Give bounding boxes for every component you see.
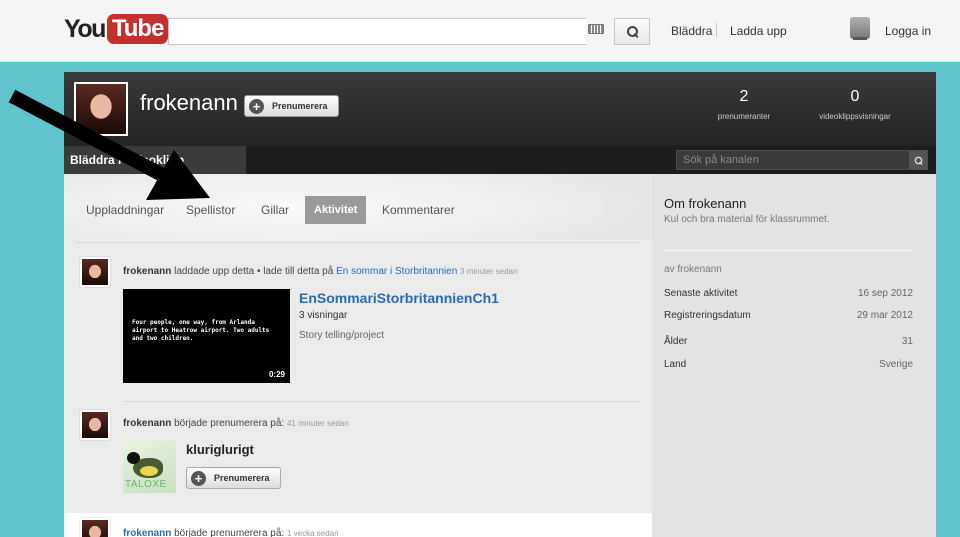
channel-sidebar: Om frokenann Kul och bra material för kl… xyxy=(652,174,936,537)
subscribe-button[interactable]: + Prenumerera xyxy=(244,95,339,117)
video-duration: 0:29 xyxy=(268,370,285,379)
activity-time: 41 minuter sedan xyxy=(286,419,349,428)
video-description: Story telling/project xyxy=(299,330,385,341)
info-value: 31 xyxy=(901,336,913,347)
video-thumb-text: Four people, one way, from Arlanda airpo… xyxy=(132,319,270,342)
tab-comments[interactable]: Kommentarer xyxy=(382,203,455,217)
channel-nav-bar: Bläddra i videoklipp Sök på kanalen xyxy=(64,146,936,174)
search-button[interactable] xyxy=(614,18,650,45)
stat-value: 2 xyxy=(739,88,749,105)
activity-user[interactable]: frokenann xyxy=(123,266,171,277)
feed-divider xyxy=(123,401,640,402)
tab-uploads[interactable]: Uppladdningar xyxy=(86,203,164,217)
activity-user[interactable]: frokenann xyxy=(123,528,171,537)
info-row-age: Ålder 31 xyxy=(664,336,913,347)
video-views: 3 visningar xyxy=(299,310,348,321)
info-label: Senaste aktivitet xyxy=(664,288,738,299)
stat-video-views: 0 videoklippsvisningar xyxy=(810,88,900,124)
bird-head xyxy=(127,452,140,464)
stat-subscribers: 2 prenumeranter xyxy=(712,88,776,124)
subscribe-button[interactable]: + Prenumerera xyxy=(186,467,281,489)
channel-thumbnail[interactable]: TALOXE xyxy=(123,440,176,493)
search-icon xyxy=(914,156,922,164)
tab-activity[interactable]: Aktivitet xyxy=(305,196,367,224)
subscribe-label: Prenumerera xyxy=(214,473,270,483)
activity-text: laddade upp detta • lade till detta på xyxy=(171,266,337,277)
activity-avatar[interactable] xyxy=(80,410,110,440)
channel-avatar[interactable] xyxy=(74,82,128,136)
stat-value: 0 xyxy=(850,88,860,105)
plus-icon: + xyxy=(249,98,264,114)
activity-avatar[interactable] xyxy=(80,257,110,287)
channel-name[interactable]: frokenann xyxy=(140,90,238,116)
activity-text: började prenumerera på: xyxy=(171,528,285,537)
activity-avatar[interactable] xyxy=(80,518,110,537)
activity-line: frokenann laddade upp detta • lade till … xyxy=(123,266,517,277)
keyboard-icon[interactable] xyxy=(588,24,604,34)
info-value: 29 mar 2012 xyxy=(856,310,913,321)
video-title[interactable]: EnSommariStorbritannienCh1 xyxy=(299,290,499,306)
channel-search-button[interactable] xyxy=(909,151,927,169)
info-row-registered: Registreringsdatum 29 mar 2012 xyxy=(664,310,913,321)
sidebar-divider xyxy=(664,250,913,251)
signin-link[interactable]: Logga in xyxy=(885,24,931,38)
activity-time: 3 minuter sedan xyxy=(460,267,518,276)
search-icon xyxy=(626,26,638,37)
playlist-link[interactable]: En sommar i Storbritannien xyxy=(336,266,457,277)
about-description: Kul och bra material för klassrummet. xyxy=(664,214,830,225)
info-row-last-activity: Senaste aktivitet 16 sep 2012 xyxy=(664,288,913,299)
feed-divider xyxy=(76,242,640,243)
stat-label: videoklippsvisningar xyxy=(819,112,891,121)
info-label: Ålder xyxy=(664,336,688,347)
info-value: Sverige xyxy=(879,359,913,370)
logo-you-text: You xyxy=(64,15,106,43)
youtube-logo[interactable]: You Tube xyxy=(64,14,169,44)
channel-header: frokenann + Prenumerera 2 prenumeranter … xyxy=(64,72,936,146)
logo-tube-text: Tube xyxy=(106,14,169,44)
info-label: Registreringsdatum xyxy=(664,310,751,321)
activity-line: frokenann började prenumerera på: 41 min… xyxy=(123,418,349,429)
about-title: Om frokenann xyxy=(664,196,747,211)
info-value: 16 sep 2012 xyxy=(857,288,913,299)
tab-playlists[interactable]: Spellistor xyxy=(186,203,235,217)
by-line: av frokenann xyxy=(664,264,722,275)
user-icon xyxy=(850,17,870,40)
activity-time: 1 vecka sedan xyxy=(286,529,339,537)
feed-tabs: Uppladdningar Spellistor Gillar Aktivite… xyxy=(64,174,652,240)
nav-separator xyxy=(716,23,717,37)
info-row-country: Land Sverige xyxy=(664,359,913,370)
search-input[interactable] xyxy=(168,18,586,45)
channel-search-placeholder: Sök på kanalen xyxy=(683,154,759,166)
subscribe-label: Prenumerera xyxy=(272,101,328,111)
channel-search-input[interactable]: Sök på kanalen xyxy=(676,150,928,170)
video-thumbnail[interactable]: Four people, one way, from Arlanda airpo… xyxy=(123,289,290,383)
browse-link[interactable]: Bläddra xyxy=(671,24,712,38)
tab-likes[interactable]: Gillar xyxy=(261,203,289,217)
plus-icon: + xyxy=(191,470,206,486)
channel-thumb-text: TALOXE xyxy=(125,479,167,490)
info-label: Land xyxy=(664,359,687,370)
activity-line: frokenann började prenumerera på: 1 veck… xyxy=(123,528,339,537)
tab-browse-videos[interactable]: Bläddra i videoklipp xyxy=(64,146,246,174)
bird-belly xyxy=(140,466,158,476)
upload-link[interactable]: Ladda upp xyxy=(730,24,787,38)
activity-user[interactable]: frokenann xyxy=(123,418,171,429)
masthead: You Tube Bläddra Ladda upp Logga in xyxy=(0,0,960,62)
subscribed-channel-name[interactable]: kluriglurigt xyxy=(186,442,254,457)
stat-label: prenumeranter xyxy=(717,112,771,121)
activity-text: började prenumerera på: xyxy=(171,418,285,429)
